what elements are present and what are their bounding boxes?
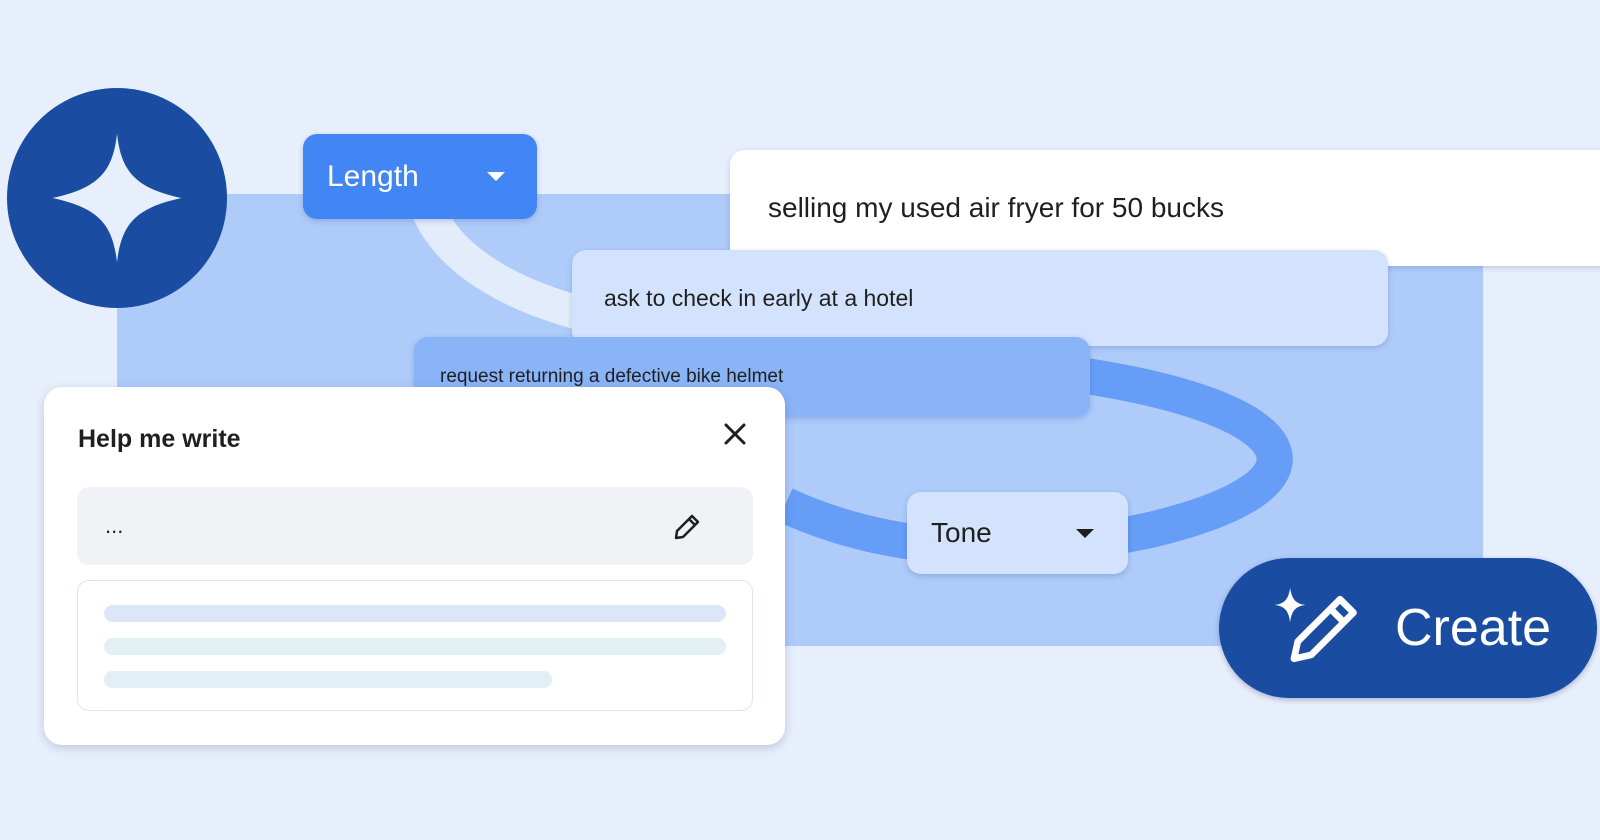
prompt-suggestion[interactable]: ask to check in early at a hotel	[572, 250, 1388, 346]
prompt-input[interactable]: ...	[77, 487, 753, 565]
sparkle-icon	[52, 133, 182, 263]
caret-down-icon	[1076, 528, 1094, 538]
pencil-icon[interactable]	[673, 513, 701, 541]
length-dropdown[interactable]: Length	[303, 134, 537, 219]
length-dropdown-label: Length	[327, 159, 419, 193]
generated-output-area	[77, 580, 753, 711]
tone-dropdown[interactable]: Tone	[907, 492, 1128, 574]
prompt-suggestion[interactable]: selling my used air fryer for 50 bucks	[730, 150, 1600, 266]
prompt-text: ask to check in early at a hotel	[604, 284, 914, 311]
sparkle-pencil-icon	[1274, 587, 1357, 663]
panel-title: Help me write	[78, 425, 241, 453]
gemini-sparkle-logo	[7, 88, 227, 308]
loading-line	[104, 671, 552, 688]
loading-line	[104, 638, 726, 655]
tone-dropdown-label: Tone	[931, 517, 992, 548]
prompt-input-value: ...	[105, 513, 124, 538]
create-button[interactable]: Create	[1219, 558, 1597, 698]
help-me-write-panel: Help me write ...	[44, 387, 785, 745]
create-button-label: Create	[1395, 599, 1552, 657]
close-icon[interactable]	[722, 421, 748, 447]
caret-down-icon	[487, 172, 505, 181]
loading-line	[104, 605, 726, 622]
prompt-text: request returning a defective bike helme…	[440, 366, 784, 387]
prompt-text: selling my used air fryer for 50 bucks	[768, 192, 1224, 223]
